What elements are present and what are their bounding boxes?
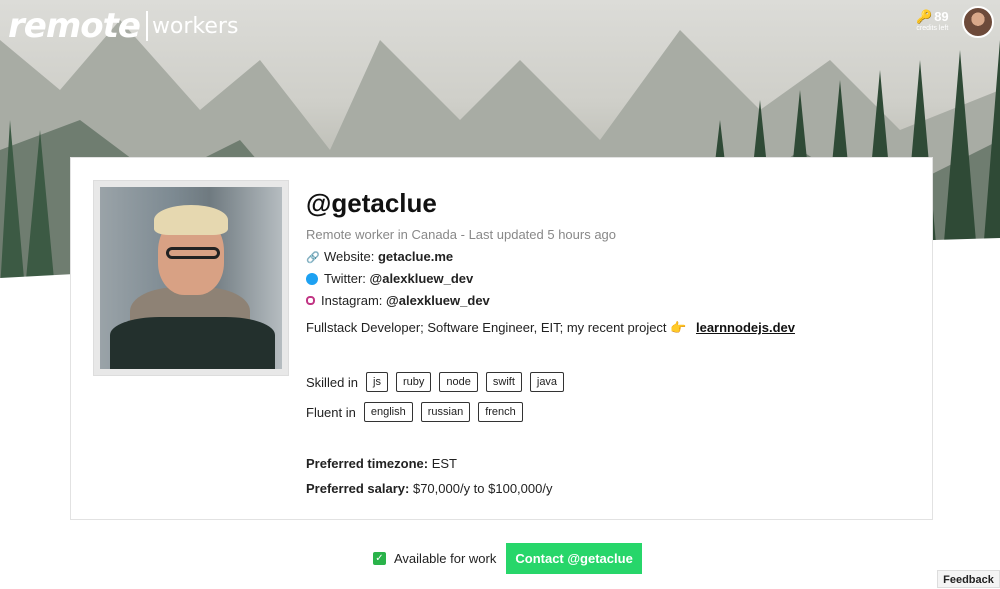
skill-tag[interactable]: node — [439, 372, 478, 392]
credits-count: 89 — [934, 9, 949, 24]
profile-card: @getaclue Remote worker in Canada - Last… — [70, 157, 933, 520]
instagram-row: Instagram: @alexkluew_dev — [306, 293, 795, 308]
language-tag[interactable]: english — [363, 402, 413, 422]
contact-bar: ✓ Available for work Contact @getaclue — [373, 543, 642, 574]
instagram-label: Instagram: — [321, 293, 383, 308]
timezone-label: Preferred timezone: — [306, 456, 429, 471]
credits-indicator[interactable]: 🔑 89 credits left — [916, 10, 949, 32]
link-icon: 🔗 — [306, 251, 320, 264]
key-icon: 🔑 — [916, 9, 933, 24]
credits-label: credits left — [916, 25, 949, 32]
logo-remote: remote — [8, 6, 141, 46]
available-checkbox[interactable]: ✓ — [373, 552, 386, 565]
language-tag[interactable]: french — [478, 402, 523, 422]
feedback-button[interactable]: Feedback — [937, 570, 1000, 588]
website-label: Website: — [324, 249, 375, 264]
user-avatar[interactable] — [962, 6, 994, 38]
twitter-row: Twitter: @alexkluew_dev — [306, 271, 795, 286]
profile-bio: Fullstack Developer; Software Engineer, … — [306, 320, 795, 336]
site-logo[interactable]: remote workers — [8, 6, 238, 46]
instagram-icon — [306, 296, 315, 305]
contact-button[interactable]: Contact @getaclue — [506, 543, 642, 574]
twitter-label: Twitter: — [324, 271, 366, 286]
profile-handle: @getaclue — [306, 188, 437, 218]
salary-label: Preferred salary: — [306, 481, 410, 496]
skill-tag[interactable]: java — [529, 372, 565, 392]
languages-label: Fluent in — [306, 404, 356, 420]
twitter-icon — [306, 272, 318, 285]
language-tag[interactable]: russian — [420, 402, 471, 422]
skill-tag[interactable]: js — [366, 372, 388, 392]
profile-info: @getaclue Remote worker in Canada - Last… — [306, 188, 795, 496]
available-label: Available for work — [394, 551, 497, 566]
salary-value: $70,000/y to $100,000/y — [412, 481, 553, 496]
languages-row: Fluent in english russian french — [306, 402, 795, 422]
salary-row: Preferred salary: $70,000/y to $100,000/… — [306, 481, 795, 496]
skills-label: Skilled in — [306, 374, 359, 390]
twitter-link[interactable]: @alexkluew_dev — [370, 271, 474, 286]
bio-project-link[interactable]: learnnodejs.dev — [696, 320, 795, 335]
skills-row: Skilled in js ruby node swift java — [306, 372, 795, 392]
skill-tag[interactable]: swift — [485, 372, 522, 392]
website-row: 🔗 Website: getaclue.me — [306, 249, 795, 264]
website-link[interactable]: getaclue.me — [378, 249, 453, 264]
bio-text: Fullstack Developer; Software Engineer, … — [306, 320, 687, 335]
profile-meta: Remote worker in Canada - Last updated 5… — [306, 227, 617, 242]
instagram-link[interactable]: @alexkluew_dev — [386, 293, 490, 308]
logo-workers: workers — [151, 13, 239, 39]
profile-photo — [93, 180, 289, 376]
skill-tag[interactable]: ruby — [395, 372, 432, 392]
logo-divider — [145, 11, 148, 41]
timezone-row: Preferred timezone: EST — [306, 456, 795, 471]
timezone-value: EST — [431, 456, 458, 471]
